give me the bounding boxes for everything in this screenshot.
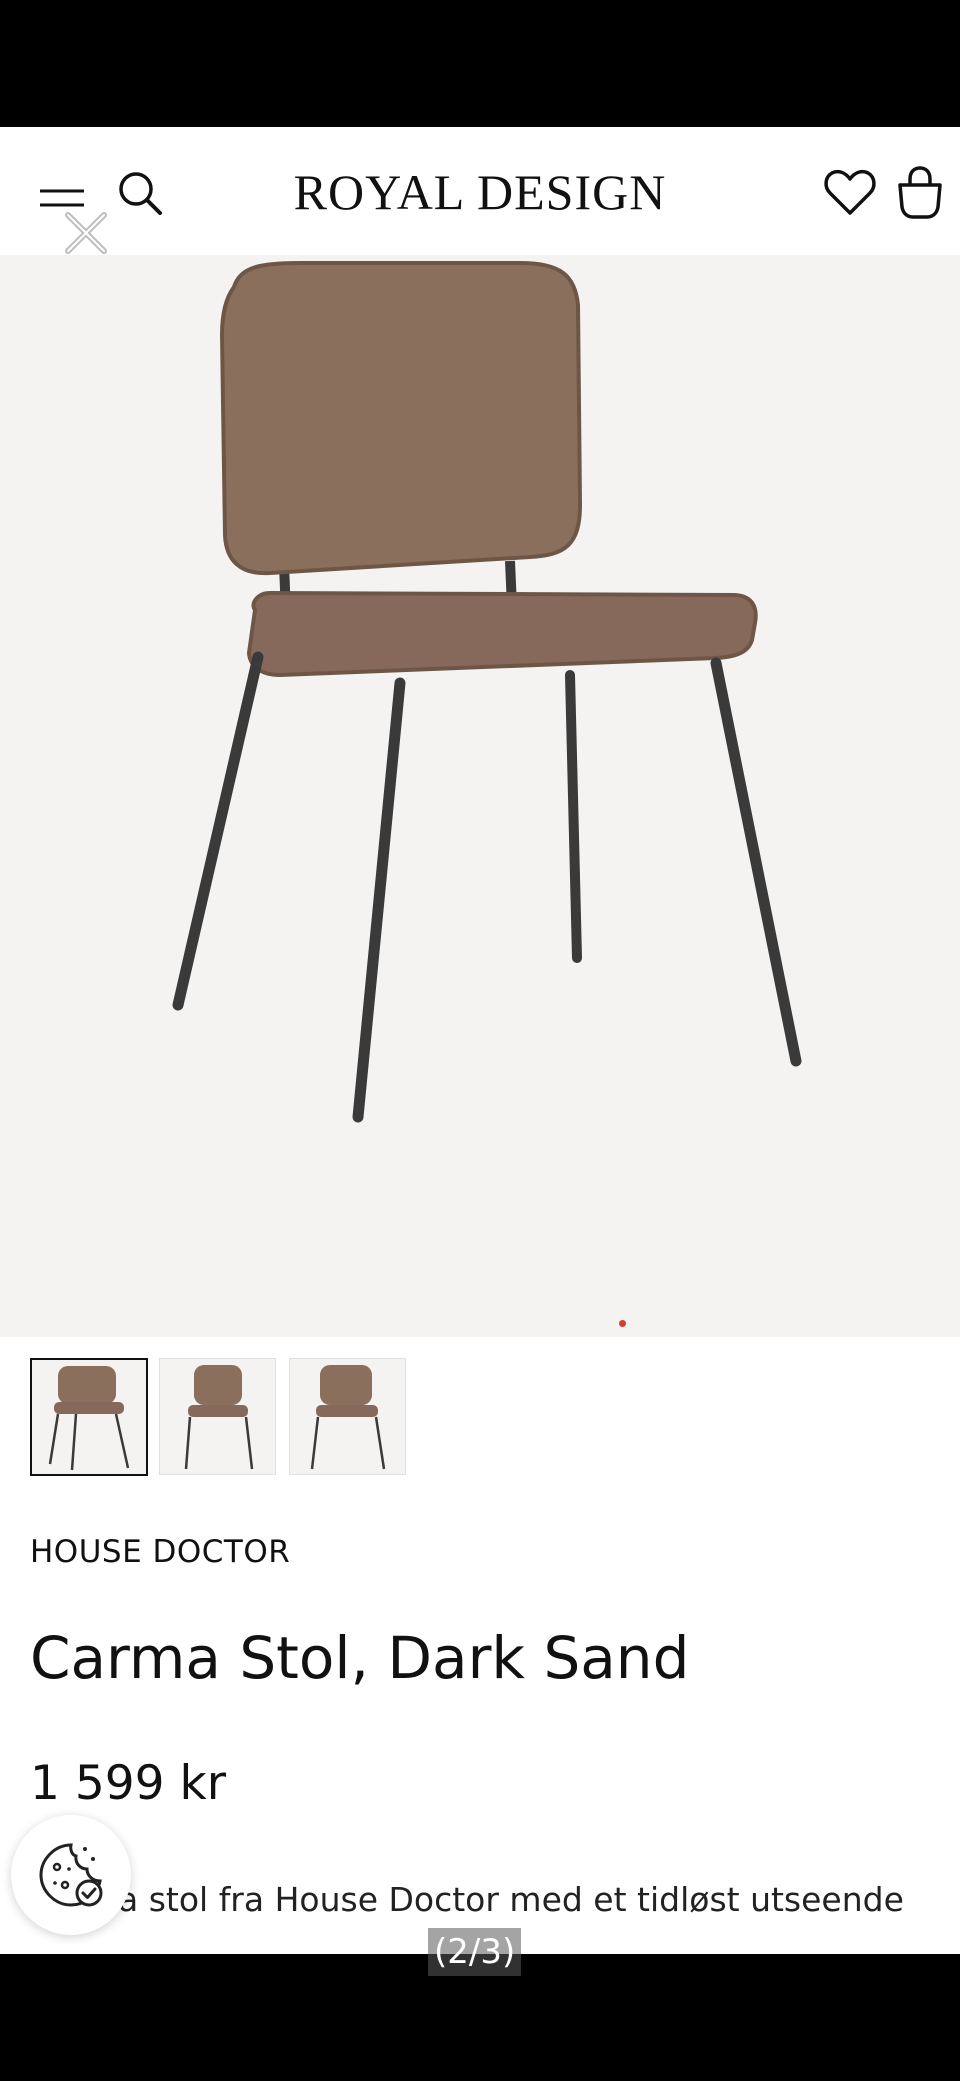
image-counter: (2/3) [428,1928,522,1976]
chair-thumbnail-image [48,1366,130,1471]
product-brand[interactable]: HOUSE DOCTOR [30,1534,290,1570]
cookie-icon [39,1843,103,1907]
product-description: a stol fra House Doctor med et tidløst u… [118,1880,904,1919]
header: ROYAL DESIGN [0,127,960,255]
thumbnail-1[interactable] [30,1358,148,1476]
chair-image [172,261,802,1123]
product-image-gallery[interactable] [0,255,960,1337]
top-letterbox-bar [0,0,960,127]
bag-icon[interactable] [892,163,948,221]
thumbnail-3[interactable] [289,1358,406,1475]
gallery-indicator-dot[interactable] [619,1320,626,1327]
cookie-settings-button[interactable] [11,1815,131,1935]
product-price: 1 599 kr [30,1756,227,1811]
brand-logo[interactable]: ROYAL DESIGN [0,163,960,221]
thumbnail-2[interactable] [159,1358,276,1475]
product-title: Carma Stol, Dark Sand [30,1624,690,1692]
heart-icon[interactable] [822,165,878,221]
chair-thumbnail-image [310,1365,386,1470]
chair-thumbnail-image [184,1365,254,1470]
